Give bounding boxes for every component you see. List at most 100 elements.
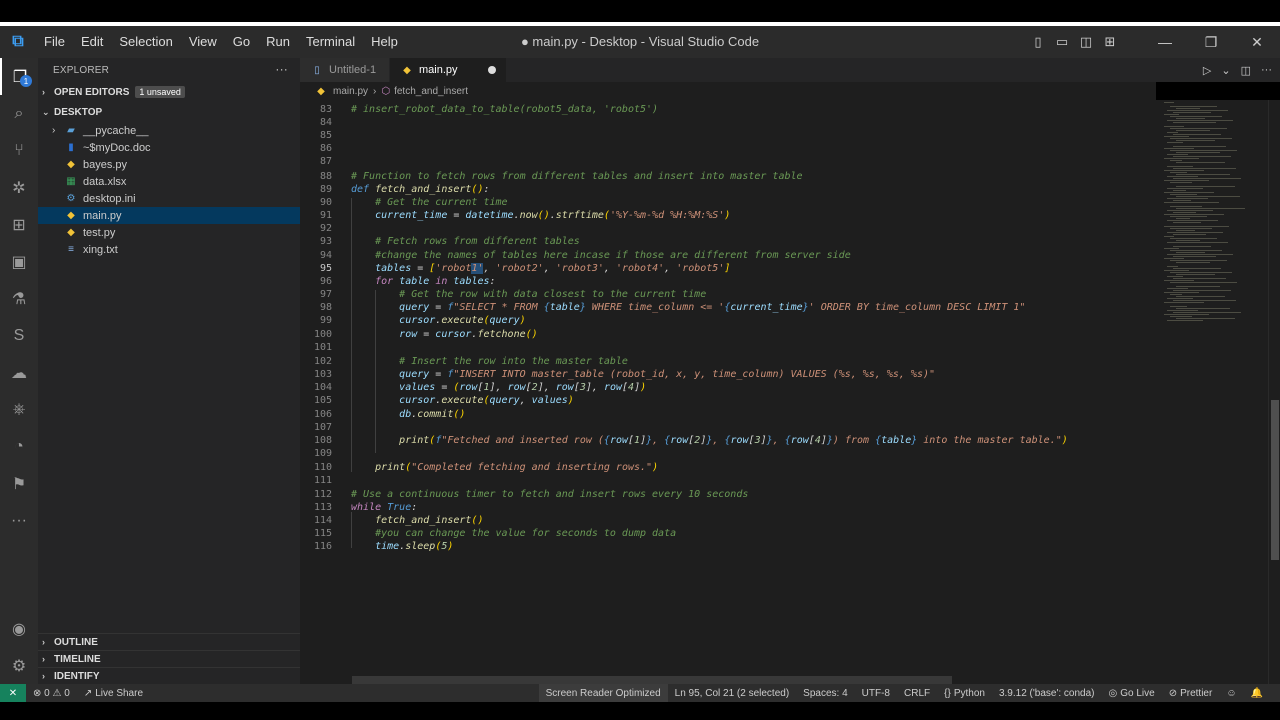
- screen-reader-status[interactable]: Screen Reader Optimized: [538, 684, 668, 702]
- minimap-line: [1176, 218, 1190, 219]
- chevron-down-icon[interactable]: ⌄: [1221, 64, 1230, 77]
- braces-icon: {}: [944, 687, 951, 699]
- menu-view[interactable]: View: [181, 26, 225, 58]
- minimap-line: [1164, 236, 1174, 237]
- run-python-icon[interactable]: ▷: [1203, 64, 1211, 77]
- menu-file[interactable]: File: [36, 26, 73, 58]
- menu-help[interactable]: Help: [363, 26, 406, 58]
- minimap[interactable]: [1156, 100, 1268, 684]
- end-of-line[interactable]: CRLF: [897, 688, 937, 699]
- minimap-line: [1167, 320, 1203, 321]
- outline-section[interactable]: › OUTLINE: [38, 633, 300, 650]
- prettier-status[interactable]: ⊘ Prettier: [1162, 688, 1220, 699]
- accounts-icon[interactable]: ◉: [0, 610, 38, 647]
- split-editor-icon[interactable]: ◫: [1241, 64, 1251, 77]
- code-line: 99 cursor.execute(query): [319, 315, 526, 326]
- scrollbar-thumb[interactable]: [1271, 400, 1279, 560]
- explorer-more-icon[interactable]: ···: [275, 62, 288, 76]
- customize-layout-icon[interactable]: ⊞: [1098, 26, 1122, 58]
- tree-item-main[interactable]: ◆ main.py: [38, 207, 300, 224]
- menu-edit[interactable]: Edit: [73, 26, 111, 58]
- close-icon[interactable]: ✕: [1234, 26, 1280, 58]
- minimap-line: [1176, 152, 1220, 153]
- language-mode[interactable]: {} Python: [937, 688, 992, 699]
- menu-bar: File Edit Selection View Go Run Terminal…: [36, 26, 406, 58]
- minimap-line: [1170, 128, 1227, 129]
- code-editor[interactable]: 83 # insert_robot_data_to_table(robot5_da…: [300, 100, 1156, 684]
- identify-section[interactable]: › IDENTIFY: [38, 667, 300, 684]
- indentation[interactable]: Spaces: 4: [796, 688, 854, 699]
- search-icon[interactable]: ⌕: [0, 95, 38, 132]
- toggle-secondary-sidebar-icon[interactable]: ◫: [1074, 26, 1098, 58]
- tree-item-bayes[interactable]: ◆ bayes.py: [38, 156, 300, 173]
- more-actions-icon[interactable]: ···: [1261, 64, 1272, 76]
- tab-untitled-1[interactable]: ▯ Untitled-1: [300, 58, 390, 82]
- explorer-badge: 1: [20, 75, 32, 87]
- menu-go[interactable]: Go: [225, 26, 258, 58]
- menu-selection[interactable]: Selection: [111, 26, 180, 58]
- git-graph-icon[interactable]: ◔: [0, 428, 38, 465]
- minimap-line: [1176, 162, 1225, 163]
- remote-indicator-icon[interactable]: ✕: [0, 684, 26, 702]
- code-line: 92: [319, 223, 332, 234]
- minimap-line: [1173, 190, 1186, 191]
- go-live-button[interactable]: ◎ Go Live: [1102, 688, 1162, 699]
- python-interpreter[interactable]: 3.9.12 ('base': conda): [992, 688, 1102, 699]
- cursor-position[interactable]: Ln 95, Col 21 (2 selected): [668, 688, 797, 699]
- bookmarks-icon[interactable]: ⚑: [0, 465, 38, 502]
- code-line: 111: [313, 475, 332, 486]
- menu-terminal[interactable]: Terminal: [298, 26, 363, 58]
- minimap-line: [1164, 170, 1204, 171]
- minimap-line: [1176, 286, 1220, 287]
- minimap-line: [1176, 296, 1225, 297]
- source-control-icon[interactable]: ⑂: [0, 132, 38, 169]
- status-bar: ✕ ⊗ 0 ⚠ 0 ↗ Live Share Screen Reader Opti…: [0, 684, 1280, 702]
- kubernetes-icon[interactable]: ⎈: [0, 391, 38, 428]
- code-line: 94 #change the names of tables here inca…: [319, 250, 851, 261]
- chevron-right-icon: ›: [373, 85, 377, 97]
- horizontal-scrollbar[interactable]: [352, 676, 952, 684]
- activity-bar: ❐1 ⌕ ⑂ ✲ ⊞ ▣ ⚗ S ☁ ⎈ ◔ ⚑ ··· ◉ ⚙: [0, 58, 38, 684]
- minimap-line: [1173, 178, 1241, 179]
- live-share-icon[interactable]: S: [0, 317, 38, 354]
- tree-item-mydoc[interactable]: ▮ ~$myDoc.doc: [38, 139, 300, 156]
- notifications-bell-icon[interactable]: 🔔: [1244, 688, 1270, 699]
- minimap-line: [1170, 182, 1192, 183]
- restore-icon[interactable]: ❐: [1188, 26, 1234, 58]
- toggle-panel-icon[interactable]: ▭: [1050, 26, 1074, 58]
- timeline-section[interactable]: › TIMELINE: [38, 650, 300, 667]
- minimize-icon[interactable]: —: [1142, 26, 1188, 58]
- feedback-icon[interactable]: ☺: [1219, 688, 1243, 699]
- unsaved-dot-icon[interactable]: [487, 66, 496, 74]
- breadcrumb-file[interactable]: main.py: [333, 86, 368, 97]
- tree-item-xing[interactable]: ≡ xing.txt: [38, 241, 300, 258]
- menu-run[interactable]: Run: [258, 26, 298, 58]
- toggle-sidebar-icon[interactable]: ▯: [1026, 26, 1050, 58]
- tree-item-test[interactable]: ◆ test.py: [38, 224, 300, 241]
- problems-indicator[interactable]: ⊗ 0 ⚠ 0: [26, 688, 77, 699]
- live-share-status[interactable]: ↗ Live Share: [77, 688, 150, 699]
- encoding[interactable]: UTF-8: [855, 688, 897, 699]
- testing-icon[interactable]: ⚗: [0, 280, 38, 317]
- chevron-right-icon: ›: [52, 125, 56, 136]
- tree-item-desktop-ini[interactable]: ⚙ desktop.ini: [38, 190, 300, 207]
- explorer-icon[interactable]: ❐1: [0, 58, 38, 95]
- run-debug-icon[interactable]: ✲: [0, 169, 38, 206]
- remote-explorer-icon[interactable]: ▣: [0, 243, 38, 280]
- manage-gear-icon[interactable]: ⚙: [0, 647, 38, 684]
- tree-item-data[interactable]: ▦ data.xlsx: [38, 173, 300, 190]
- docker-icon[interactable]: ☁: [0, 354, 38, 391]
- minimap-line: [1170, 294, 1182, 295]
- tab-main-py[interactable]: ◆ main.py: [390, 58, 507, 82]
- extensions-icon[interactable]: ⊞: [0, 206, 38, 243]
- tree-item-pycache[interactable]: › ▰ __pycache__: [38, 122, 300, 139]
- breadcrumb-symbol[interactable]: fetch_and_insert: [394, 86, 468, 97]
- vertical-scrollbar[interactable]: [1268, 100, 1280, 684]
- more-views-icon[interactable]: ···: [0, 502, 38, 539]
- minimap-line: [1170, 116, 1222, 117]
- desktop-folder-section[interactable]: ⌄ DESKTOP: [38, 102, 300, 122]
- open-editors-section[interactable]: › OPEN EDITORS 1 unsaved: [38, 82, 300, 102]
- minimap-line: [1170, 206, 1202, 207]
- minimap-line: [1176, 262, 1210, 263]
- code-line: 96 for table in tables:: [319, 276, 496, 287]
